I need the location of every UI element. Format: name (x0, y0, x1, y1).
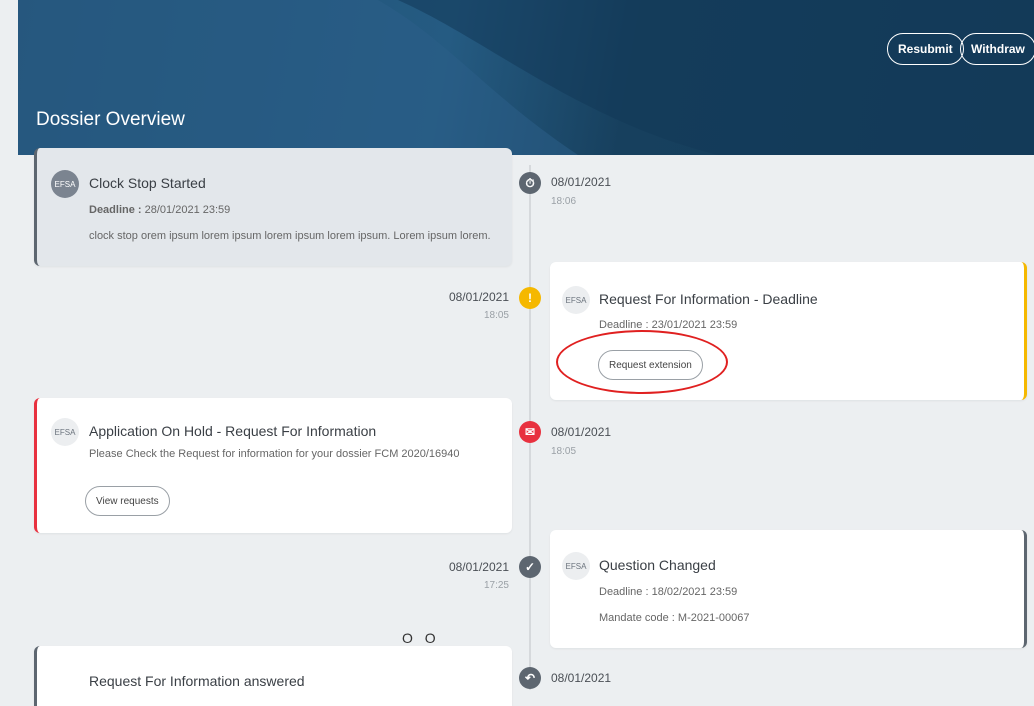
deadline-value: 23/01/2021 23:59 (651, 319, 738, 331)
event-deadline: Deadline : 28/01/2021 23:59 (89, 204, 230, 216)
event-time: 18:05 (551, 446, 577, 457)
event-card-rfi-answered: Request For Information answered (34, 646, 512, 706)
event-time: 18:06 (551, 196, 577, 207)
mandate-label: Mandate code : (599, 612, 675, 624)
dossier-header: Dossier Overview Resubmit Withdraw (18, 0, 1034, 155)
deadline-label: Deadline : (599, 586, 649, 598)
efsa-logo: EFSA (562, 552, 590, 580)
loading-indicator: O O (402, 630, 440, 646)
deadline-value: 18/02/2021 23:59 (651, 586, 738, 598)
deadline-label: Deadline : (89, 204, 142, 216)
event-mandate: Mandate code : M-2021-00067 (599, 612, 749, 624)
event-date: 08/01/2021 (551, 671, 612, 685)
event-card-question-changed: EFSA Question Changed Deadline : 18/02/2… (550, 530, 1027, 648)
event-date: 08/01/2021 (448, 560, 509, 574)
header-wave-decoration (18, 0, 1034, 155)
event-title: Application On Hold - Request For Inform… (89, 423, 377, 439)
view-requests-button[interactable]: View requests (85, 486, 170, 516)
deadline-label: Deadline : (599, 319, 649, 331)
warning-icon: ! (519, 287, 541, 309)
withdraw-button[interactable]: Withdraw (960, 33, 1034, 65)
event-title: Request For Information answered (89, 673, 305, 689)
mandate-value: M-2021-00067 (677, 612, 750, 624)
resubmit-button[interactable]: Resubmit (887, 33, 964, 65)
event-card-rfi-deadline: EFSA Request For Information - Deadline … (550, 262, 1027, 400)
event-title: Question Changed (599, 557, 716, 573)
check-icon: ✓ (519, 556, 541, 578)
event-time: 18:05 (483, 310, 509, 321)
event-date: 08/01/2021 (551, 175, 612, 189)
efsa-logo: EFSA (562, 286, 590, 314)
event-title: Clock Stop Started (89, 175, 206, 191)
efsa-logo: EFSA (51, 170, 79, 198)
envelope-icon: ✉ (519, 421, 541, 443)
event-deadline: Deadline : 23/01/2021 23:59 (599, 319, 737, 331)
event-card-clock-stop: EFSA Clock Stop Started Deadline : 28/01… (34, 148, 512, 266)
event-title: Request For Information - Deadline (599, 291, 818, 307)
event-card-application-on-hold: EFSA Application On Hold - Request For I… (34, 398, 512, 533)
event-date: 08/01/2021 (551, 425, 612, 439)
deadline-value: 28/01/2021 23:59 (144, 204, 231, 216)
event-deadline: Deadline : 18/02/2021 23:59 (599, 586, 737, 598)
efsa-logo: EFSA (51, 418, 79, 446)
stopwatch-icon: ⏱ (519, 172, 541, 194)
event-description: Please Check the Request for information… (89, 448, 460, 460)
reply-icon: ↶ (519, 667, 541, 689)
event-time: 17:25 (483, 580, 509, 591)
page-title: Dossier Overview (36, 109, 185, 130)
event-description: clock stop orem ipsum lorem ipsum lorem … (89, 230, 491, 242)
request-extension-button[interactable]: Request extension (598, 350, 703, 380)
event-date: 08/01/2021 (448, 290, 509, 304)
